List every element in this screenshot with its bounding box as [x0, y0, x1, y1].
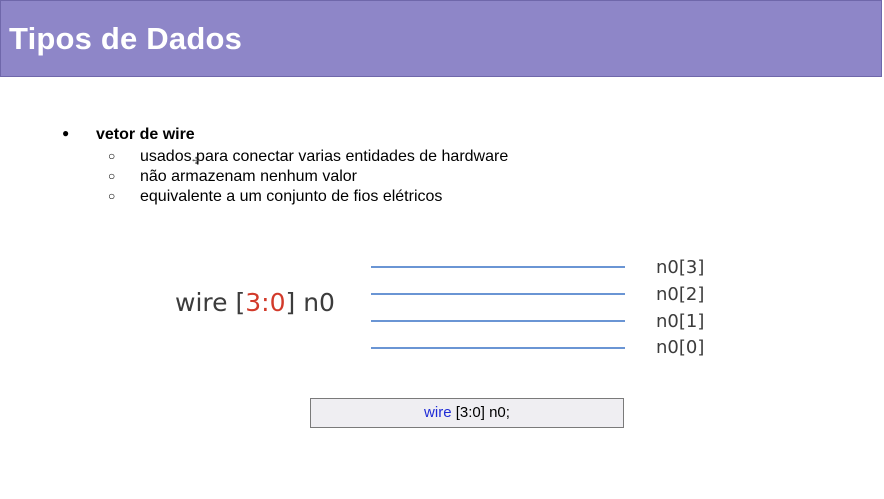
sub-bullet-marker: ○	[108, 189, 116, 203]
decl-range-open: [	[235, 288, 246, 317]
decl-name: n0	[303, 288, 335, 317]
code-rest: [3:0] n0;	[451, 404, 510, 421]
bit-label-0: n0[0]	[656, 337, 705, 358]
bullet-marker: ●	[62, 126, 70, 140]
bullet-label: vetor de wire	[96, 126, 195, 143]
list-item: ○ equivalente a um conjunto de fios elétr…	[108, 187, 508, 207]
slide: Tipos de Dados ● vetor de wire ○ usados pa…	[0, 0, 884, 499]
decl-range: 3:0	[245, 288, 286, 317]
wire-line-2	[371, 293, 625, 295]
decl-range-close: ]	[285, 288, 296, 317]
sub-bullet-marker: ○	[108, 149, 116, 163]
list-item: ○ não armazenam nenhum valor	[108, 167, 508, 187]
sub-bullet-text: equivalente a um conjunto de fios elétri…	[140, 188, 443, 205]
title-bar: Tipos de Dados	[0, 0, 882, 77]
bullet-vetor-de-wire: ● vetor de wire	[62, 126, 195, 144]
sub-bullet-list: ○ usados para conectar varias entidades d…	[108, 147, 508, 207]
bit-label-2: n0[2]	[656, 284, 705, 305]
bit-label-1: n0[1]	[656, 311, 705, 332]
sub-bullet-marker: ○	[108, 169, 116, 183]
wire-line-0	[371, 347, 625, 349]
slide-title: Tipos de Dados	[9, 21, 243, 56]
code-keyword: wire	[424, 404, 452, 421]
decl-keyword: wire	[175, 288, 228, 317]
bit-label-3: n0[3]	[656, 257, 705, 278]
list-item: ○ usados para conectar varias entidades d…	[108, 147, 508, 167]
wire-declaration: wire [3:0] n0	[175, 288, 335, 317]
sub-bullet-text: não armazenam nenhum valor	[140, 168, 358, 185]
code-snippet-box: wire [3:0] n0;	[310, 398, 624, 428]
wire-line-1	[371, 320, 625, 322]
wire-line-3	[371, 266, 625, 268]
mouse-cursor-icon: ✢	[192, 156, 201, 167]
